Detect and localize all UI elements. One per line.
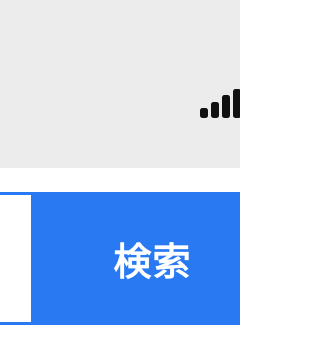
status-bar: [0, 0, 240, 168]
search-input[interactable]: [0, 192, 31, 325]
screen: 検索: [0, 0, 240, 340]
signal-strength-icon: [192, 88, 240, 120]
search-bar: 検索: [0, 192, 240, 340]
search-button[interactable]: 検索: [31, 192, 240, 325]
search-button-label: 検索: [113, 240, 192, 284]
